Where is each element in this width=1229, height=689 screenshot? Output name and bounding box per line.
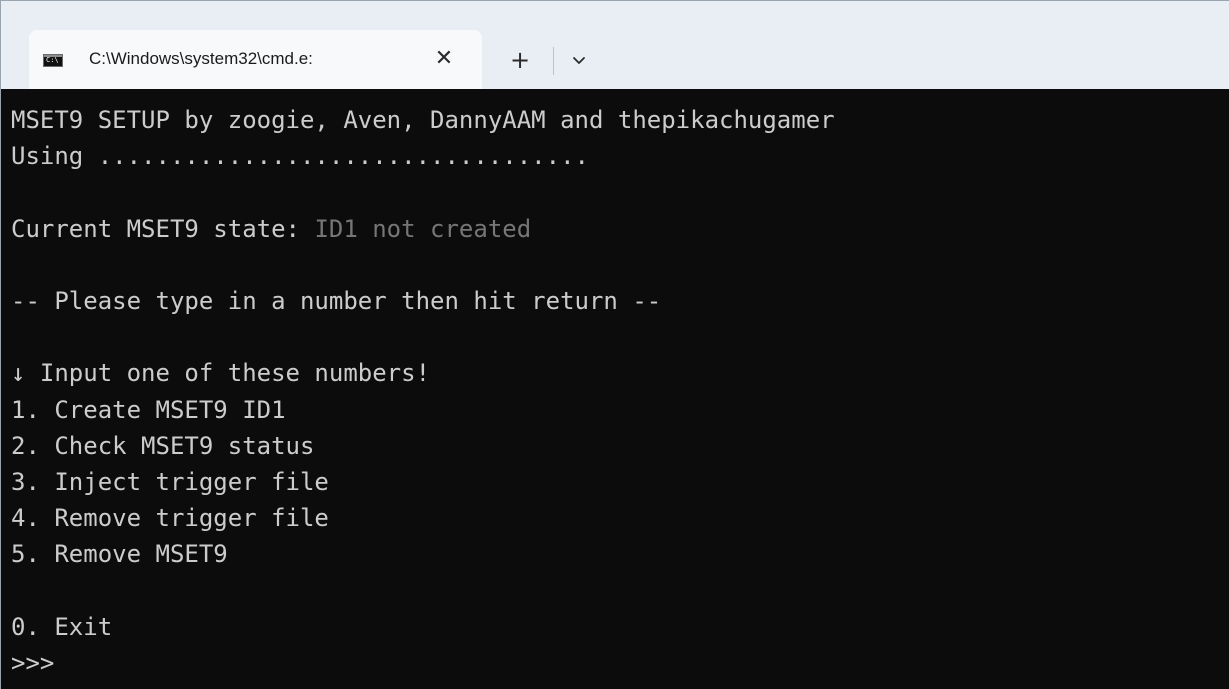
terminal-line: MSET9 SETUP by zoogie, Aven, DannyAAM an…	[11, 106, 835, 134]
title-bar: C:\ C:\Windows\system32\cmd.e: ✕ +	[1, 1, 1229, 89]
menu-option-exit: 0. Exit	[11, 612, 113, 641]
tab-cmd[interactable]: C:\ C:\Windows\system32\cmd.e: ✕	[29, 30, 482, 89]
terminal-window: C:\ C:\Windows\system32\cmd.e: ✕ + MSET9…	[0, 0, 1229, 689]
menu-option-4: 4. Remove trigger file	[11, 504, 329, 533]
menu-option-1: 1. Create MSET9 ID1	[11, 395, 286, 424]
new-tab-button[interactable]: +	[505, 45, 535, 75]
terminal-line: Using ..................................	[11, 142, 589, 171]
cmd-icon: C:\	[43, 54, 63, 67]
state-line: Current MSET9 state: ID1 not created	[11, 211, 1229, 247]
terminal-line: ↓ Input one of these numbers!	[11, 359, 431, 388]
tab-title: C:\Windows\system32\cmd.e:	[89, 49, 313, 68]
tab-separator	[553, 47, 554, 75]
state-value: ID1 not created	[314, 214, 532, 243]
state-label: Current MSET9 state:	[11, 214, 315, 243]
terminal-output[interactable]: MSET9 SETUP by zoogie, Aven, DannyAAM an…	[1, 89, 1229, 689]
terminal-line: -- Please type in a number then hit retu…	[11, 286, 662, 315]
input-prompt[interactable]: >>>	[11, 645, 1229, 681]
chevron-down-icon[interactable]	[565, 47, 593, 75]
close-tab-icon[interactable]: ✕	[429, 44, 459, 74]
menu-option-3: 3. Inject trigger file	[11, 467, 329, 496]
menu-option-5: 5. Remove MSET9	[11, 540, 228, 569]
menu-option-2: 2. Check MSET9 status	[11, 431, 315, 460]
